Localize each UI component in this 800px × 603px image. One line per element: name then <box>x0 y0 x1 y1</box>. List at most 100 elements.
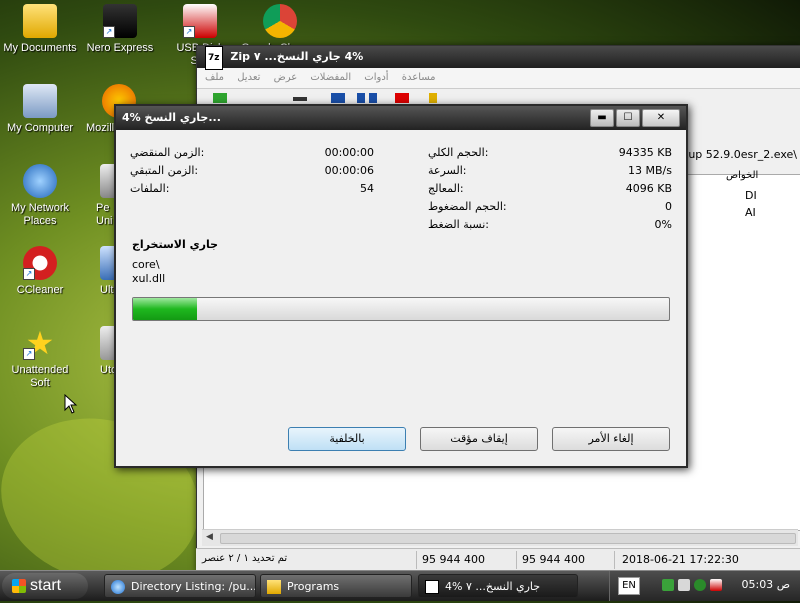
7zip-menu-bar: مساعدة أدوات المفضلات عرض تعديل ملف <box>197 68 800 89</box>
security-shield-tray-icon[interactable] <box>710 579 722 591</box>
extraction-progress-dialog[interactable]: 4% جاري النسخ... ▬ ☐ ✕ الزمن المنقضي: 00… <box>114 104 688 468</box>
menu-tools[interactable]: أدوات <box>364 72 388 83</box>
network-globe-icon <box>23 164 57 198</box>
column-header-attributes[interactable]: الخواص <box>726 170 758 181</box>
processed-label: المعالج: <box>428 182 464 195</box>
mouse-cursor-icon <box>64 394 78 414</box>
taskbar-item-programs[interactable]: Programs <box>260 574 412 598</box>
7zip-horizontal-scrollbar[interactable]: ◀ <box>202 529 798 546</box>
start-label: start <box>30 577 62 594</box>
info-icon[interactable] <box>429 93 437 103</box>
taskbar-item-7zip-progress[interactable]: 4% جاري النسخ... ٧ <box>418 574 578 598</box>
status-separator <box>516 551 517 569</box>
speed-value: 13 MB/s <box>628 164 672 177</box>
shield-icon: ↗ <box>183 4 217 38</box>
current-folder: core\ <box>132 258 160 271</box>
folder-icon <box>23 4 57 38</box>
delete-icon[interactable] <box>395 93 409 103</box>
7zip-logo-icon <box>425 580 439 594</box>
test-icon[interactable] <box>331 93 345 103</box>
file-list-cell[interactable]: AI <box>745 206 756 219</box>
pause-button[interactable]: إيقاف مؤقت <box>420 427 538 451</box>
elapsed-time-value: 00:00:00 <box>324 146 374 159</box>
7zip-logo-icon: 7z <box>205 46 223 70</box>
internet-explorer-icon <box>111 580 125 594</box>
folder-icon <box>267 580 281 594</box>
status-modified: 2018-06-21 17:22:30 <box>622 553 739 566</box>
status-size: 95 944 400 <box>422 553 485 566</box>
windows-logo-icon <box>12 578 26 593</box>
cancel-button[interactable]: إلغاء الأمر <box>552 427 670 451</box>
minimize-button[interactable]: ▬ <box>590 109 614 127</box>
files-value: 54 <box>360 182 374 195</box>
remaining-time-value: 00:00:06 <box>324 164 374 177</box>
menu-favorites[interactable]: المفضلات <box>310 72 351 83</box>
start-button[interactable]: start <box>2 573 88 599</box>
menu-file[interactable]: ملف <box>205 72 224 83</box>
dialog-window-controls: ▬ ☐ ✕ <box>590 109 680 127</box>
desktop-icon-label: CCleaner <box>16 284 64 296</box>
status-separator <box>614 551 615 569</box>
status-separator <box>416 551 417 569</box>
shortcut-arrow-icon: ↗ <box>103 26 115 38</box>
desktop-icon-label: My Network Places <box>10 202 70 227</box>
add-icon[interactable] <box>213 93 227 103</box>
scrollbar-thumb[interactable] <box>220 533 796 544</box>
file-list-cell[interactable]: DI <box>745 189 757 202</box>
clock[interactable]: 05:03 ص <box>741 578 790 591</box>
desktop-icon-label: Pe Uni <box>96 202 113 227</box>
7zip-status-bar: تم تحديد ١ / ٢ عنصر 95 944 400 95 944 40… <box>196 548 800 571</box>
star-icon: ★ ↗ <box>23 326 57 360</box>
elapsed-time-label: الزمن المنقضي: <box>130 146 205 159</box>
copy-icon[interactable] <box>357 93 365 103</box>
dialog-title-bar[interactable]: 4% جاري النسخ... ▬ ☐ ✕ <box>116 106 686 130</box>
7zip-title-text: 4% جاري النسخ... ٧ Zip <box>230 50 364 63</box>
menu-view[interactable]: عرض <box>274 72 298 83</box>
move-icon[interactable] <box>369 93 377 103</box>
shortcut-arrow-icon: ↗ <box>23 348 35 360</box>
computer-icon <box>23 84 57 118</box>
language-indicator[interactable]: EN <box>618 577 640 595</box>
compression-ratio-label: نسبة الضغط: <box>428 218 490 231</box>
menu-edit[interactable]: تعديل <box>237 72 260 83</box>
status-packed-size: 95 944 400 <box>522 553 585 566</box>
extracting-section-label: جاري الاستخراج <box>132 238 219 251</box>
7zip-address-path[interactable]: tup 52.9.0esr_2.exe\ <box>684 148 797 161</box>
dialog-title: 4% جاري النسخ... <box>122 111 221 124</box>
taskbar-item-label: 4% جاري النسخ... ٧ <box>445 580 541 593</box>
current-file: xul.dll <box>132 272 166 285</box>
taskbar-item-directory-listing[interactable]: Directory Listing: /pu... <box>104 574 256 598</box>
extraction-progress-bar <box>132 297 670 321</box>
compression-ratio-value: 0% <box>654 218 672 231</box>
close-button[interactable]: ✕ <box>642 109 680 127</box>
desktop-icon-ccleaner[interactable]: ↗ CCleaner <box>0 246 80 297</box>
desktop-icon-unattended-soft[interactable]: ★ ↗ Unattended Soft <box>0 326 80 390</box>
speed-label: السرعة: <box>428 164 467 177</box>
status-selected-count: تم تحديد ١ / ٢ عنصر <box>202 553 288 564</box>
background-button[interactable]: بالخلفية <box>288 427 406 451</box>
system-tray: EN 05:03 ص <box>609 571 800 601</box>
maximize-button[interactable]: ☐ <box>616 109 640 127</box>
compressed-size-value: 0 <box>665 200 672 213</box>
extract-icon[interactable] <box>293 97 307 101</box>
desktop-icon-label: My Computer <box>6 122 74 134</box>
scroll-left-icon[interactable]: ◀ <box>206 532 213 542</box>
menu-help[interactable]: مساعدة <box>402 72 436 83</box>
chrome-icon <box>263 4 297 38</box>
desktop-icon-label: Unattended Soft <box>11 364 69 389</box>
ccleaner-icon: ↗ <box>23 246 57 280</box>
desktop-icon-my-network-places[interactable]: My Network Places <box>0 164 80 228</box>
total-size-label: الحجم الكلي: <box>428 146 489 159</box>
antivirus-tray-icon[interactable] <box>694 579 706 591</box>
shortcut-arrow-icon: ↗ <box>23 268 35 280</box>
desktop-icon-my-documents[interactable]: My Documents <box>0 4 80 55</box>
desktop-icon-label: My Documents <box>3 42 77 54</box>
desktop-icon-nero-express[interactable]: ↗ Nero Express <box>80 4 160 55</box>
7zip-window-title: 4% جاري النسخ... ٧ Zip 7z <box>197 46 800 70</box>
desktop-icon-my-computer[interactable]: My Computer <box>0 84 80 135</box>
update-tray-icon[interactable] <box>678 579 690 591</box>
taskbar: start Directory Listing: /pu... Programs… <box>0 570 800 601</box>
taskbar-item-label: Directory Listing: /pu... <box>131 580 256 593</box>
shortcut-arrow-icon: ↗ <box>183 26 195 38</box>
network-tray-icon[interactable] <box>662 579 674 591</box>
